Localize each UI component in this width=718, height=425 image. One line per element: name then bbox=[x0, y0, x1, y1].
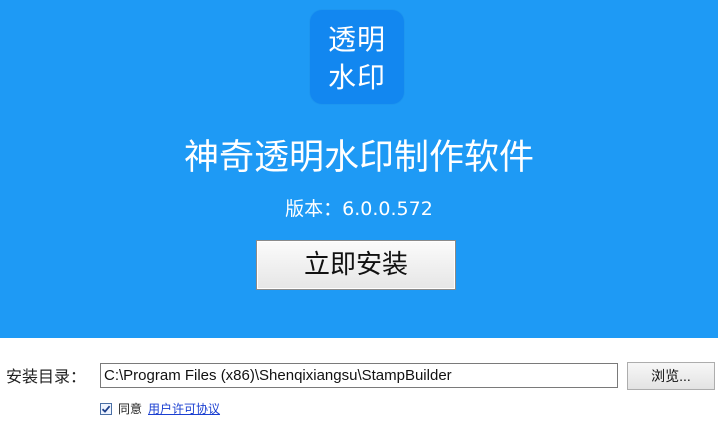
app-logo: 透明 水印 bbox=[310, 10, 404, 104]
install-now-button[interactable]: 立即安装 bbox=[256, 240, 456, 290]
agree-label: 同意 bbox=[118, 402, 143, 416]
hero-banner: 透明 水印 神奇透明水印制作软件 版本：6.0.0.572 立即安装 bbox=[0, 0, 718, 338]
license-agreement-link[interactable]: 用户许可协议 bbox=[148, 401, 220, 417]
agree-checkbox[interactable] bbox=[100, 403, 112, 415]
app-title: 神奇透明水印制作软件 bbox=[183, 138, 534, 178]
browse-button[interactable]: 浏览... bbox=[627, 362, 715, 390]
version-label: 版本：6.0.0.572 bbox=[285, 198, 433, 220]
logo-text-line1: 透明 bbox=[327, 23, 386, 56]
install-dir-label: 安装目录： bbox=[6, 367, 87, 386]
install-dir-input[interactable] bbox=[100, 363, 618, 388]
logo-text-line2: 水印 bbox=[327, 61, 386, 94]
checkmark-icon bbox=[101, 405, 111, 413]
